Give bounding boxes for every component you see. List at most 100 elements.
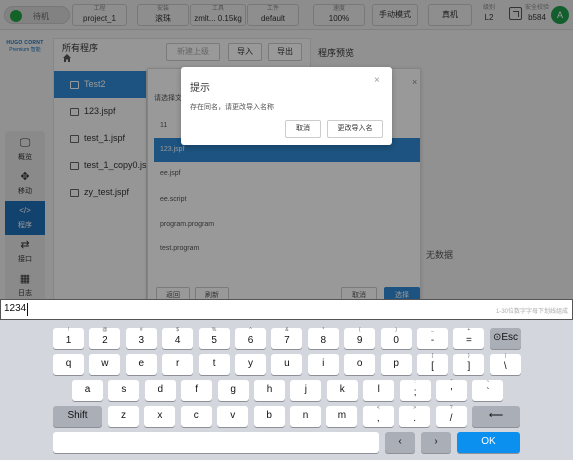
key-row3-1[interactable]: s — [108, 380, 140, 401]
key-row2-2[interactable]: e — [125, 354, 157, 375]
key-char: = — [465, 335, 472, 346]
key-row2-5[interactable]: y — [235, 354, 266, 375]
key-char: a — [84, 384, 91, 395]
key-char: q — [65, 358, 72, 369]
key-shift-char: & — [285, 327, 289, 333]
esc-key-label: ⊙Esc — [492, 332, 519, 343]
key-char: x — [157, 410, 163, 421]
alert-title: 提示 — [190, 83, 210, 94]
keyboard-input-field[interactable]: 1234 1-30位数字字母下划线组成 — [0, 299, 573, 320]
key-row3-0[interactable]: a — [72, 380, 103, 401]
key-shift-char: # — [139, 327, 143, 333]
key-row2-8[interactable]: o — [344, 354, 376, 375]
key-char: i — [322, 358, 325, 369]
right-arrow-key[interactable]: › — [421, 432, 451, 453]
key-char: ] — [467, 361, 471, 372]
key-char: p — [393, 358, 399, 369]
key-char: g — [230, 384, 236, 395]
key-char: 4 — [174, 335, 181, 346]
key-shift-char: { — [431, 353, 434, 359]
key-char: ` — [486, 387, 490, 398]
key-row4-9[interactable]: ? / — [435, 405, 467, 427]
key-row1-1[interactable]: @2 — [89, 327, 121, 349]
left-arrow-key[interactable]: ‹ — [385, 432, 415, 453]
key-row4-3[interactable]: v — [217, 406, 249, 427]
key-shift-char: > — [413, 405, 417, 411]
key-char: 0 — [393, 335, 399, 346]
ok-key-label: OK — [481, 436, 496, 447]
key-char: ' — [450, 387, 453, 398]
key-row1-3[interactable]: $4 — [162, 327, 194, 349]
key-char: - — [430, 335, 435, 346]
key-char: k — [339, 384, 345, 395]
alert-dialog: 提示 × 存在同名，请更改导入名称 取消 更改导入名 — [181, 67, 392, 145]
key-row2-3[interactable]: r — [162, 354, 194, 375]
alert-rename-button[interactable]: 更改导入名 — [327, 120, 383, 138]
backspace-key[interactable]: ⟵ — [472, 406, 520, 427]
key-char: s — [121, 384, 127, 395]
key-row4-7[interactable]: <, — [362, 405, 394, 427]
key-row1-9[interactable]: ) 0 — [380, 327, 412, 349]
key-row3-6[interactable]: j — [290, 380, 322, 401]
backspace-icon: ⟵ — [488, 410, 504, 421]
key-row1-2[interactable]: #3 — [125, 327, 157, 349]
esc-key[interactable]: ⊙Esc — [490, 328, 521, 349]
key-row3-10[interactable]: " ' — [436, 379, 467, 401]
key-row3-5[interactable]: h — [254, 380, 285, 401]
key-row3-4[interactable]: g — [217, 380, 249, 401]
key-row2-7[interactable]: i — [307, 354, 339, 375]
ok-key[interactable]: OK — [457, 432, 520, 453]
key-row4-2[interactable]: c — [180, 406, 212, 427]
key-row2-11[interactable]: }] — [453, 353, 485, 375]
key-char: n — [302, 410, 309, 421]
key-row4-6[interactable]: m — [326, 406, 358, 427]
key-row4-4[interactable]: b — [253, 406, 285, 427]
key-row1-4[interactable]: % 5 — [198, 327, 230, 349]
key-char: z — [121, 410, 126, 421]
key-row4-1[interactable]: x — [144, 406, 176, 427]
input-value: 1234 — [4, 303, 27, 314]
key-row1-0[interactable]: ! 1 — [53, 327, 84, 349]
key-row4-0[interactable]: z — [108, 406, 139, 427]
key-shift-char: $ — [176, 327, 180, 333]
alert-close-icon[interactable]: × — [374, 75, 380, 86]
key-row2-9[interactable]: p — [380, 354, 412, 375]
key-row3-9[interactable]: :; — [399, 379, 431, 401]
key-char: 8 — [320, 335, 327, 346]
key-row2-10[interactable]: {[ — [417, 353, 448, 375]
key-row2-0[interactable]: q — [53, 354, 84, 375]
key-row1-6[interactable]: & 7 — [271, 327, 303, 349]
key-row3-8[interactable]: l — [363, 380, 395, 401]
key-char: u — [284, 358, 290, 369]
key-row1-7[interactable]: * 8 — [307, 327, 339, 349]
key-row2-6[interactable]: u — [271, 354, 303, 375]
key-char: 1 — [65, 335, 72, 346]
key-row2-4[interactable]: t — [198, 354, 230, 375]
key-shift-char: ~ — [486, 379, 490, 385]
shift-key[interactable]: Shift — [53, 406, 102, 427]
key-char: 9 — [356, 335, 363, 346]
key-row1-5[interactable]: ^ 6 — [235, 327, 266, 349]
key-row4-8[interactable]: >. — [399, 405, 431, 427]
key-row2-12[interactable]: | \ — [489, 353, 521, 375]
space-key[interactable] — [53, 432, 379, 453]
key-char: 7 — [284, 335, 290, 346]
key-row3-2[interactable]: d — [144, 380, 176, 401]
key-char: o — [356, 358, 363, 369]
key-row3-7[interactable]: k — [326, 380, 358, 401]
key-shift-char: ? — [449, 405, 453, 411]
key-row3-11[interactable]: ~ ` — [472, 379, 504, 401]
key-char: j — [304, 384, 307, 395]
key-row4-5[interactable]: n — [290, 406, 321, 427]
key-row3-3[interactable]: f — [181, 380, 213, 401]
key-row1-8[interactable]: (9 — [344, 327, 376, 349]
key-char: 6 — [247, 335, 254, 346]
key-char: 5 — [211, 335, 217, 346]
alert-cancel-button[interactable]: 取消 — [285, 120, 321, 138]
key-char: , — [376, 413, 380, 424]
key-char: e — [138, 358, 145, 369]
key-row1-11[interactable]: + = — [453, 327, 485, 349]
key-row1-10[interactable]: _ - — [417, 327, 448, 349]
key-shift-char: ! — [67, 327, 70, 333]
key-row2-1[interactable]: w — [89, 354, 121, 375]
